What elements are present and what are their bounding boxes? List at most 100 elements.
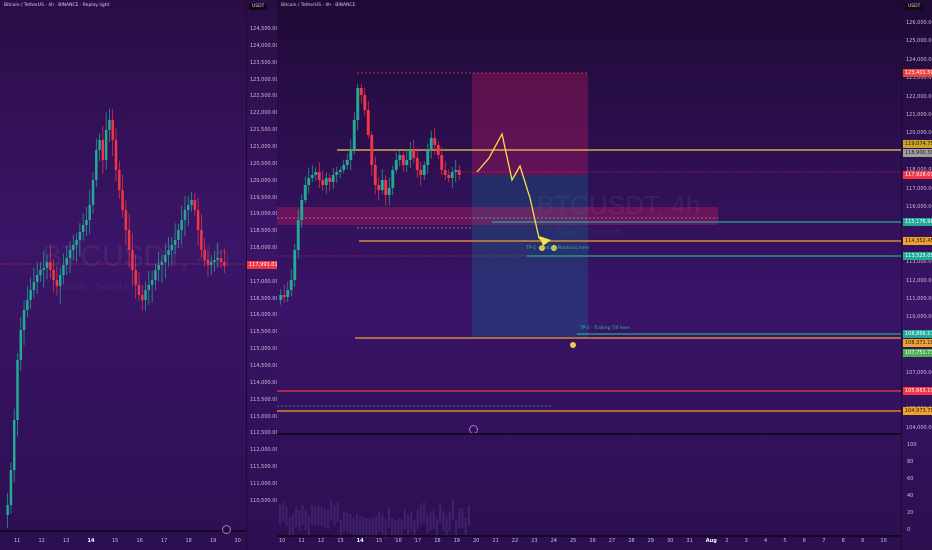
price-tick: 110,500.00 — [250, 497, 277, 504]
candle-body — [124, 210, 128, 230]
candle-body — [35, 275, 39, 282]
date-tick: 24 — [550, 538, 557, 544]
volume-bar — [439, 503, 442, 524]
candle-body — [408, 150, 412, 160]
volume-bar — [355, 514, 358, 535]
price-tick: 122,000.00 — [906, 93, 932, 100]
candle-body — [190, 200, 193, 205]
date-tick: 20 — [473, 538, 480, 544]
candle-body — [317, 172, 321, 180]
candle-body — [436, 145, 440, 155]
volume-bar — [333, 505, 336, 526]
volume-bar — [323, 507, 326, 528]
candle-body — [450, 172, 454, 178]
date-tick: 17 — [414, 538, 422, 544]
date-tick: 22 — [511, 538, 519, 544]
candle-body — [108, 120, 111, 130]
candle-body — [457, 170, 461, 175]
price-level-tag: 113,525.05 — [903, 252, 932, 260]
candle-body — [193, 200, 197, 210]
date-tick: 29 — [647, 538, 654, 544]
candle-body — [101, 140, 105, 160]
candle-body — [91, 180, 95, 205]
right-price-axis[interactable]: USDT 126,000.00 125,000.00 124,000.00 123,0… — [901, 0, 932, 550]
candle-body — [22, 310, 26, 330]
price-level-tag: 108,371.18 — [903, 339, 932, 347]
left-chart-pane[interactable]: Bitcoin / TetherUS · 4h · BINANCE · Repl… — [0, 0, 246, 550]
left-price-axis[interactable]: USDT 124,500.00 124,000.00 123,500.00 123,0… — [246, 0, 277, 550]
candle-body — [111, 120, 114, 140]
tp2-annotation[interactable]: TP-2 · Trailing Till here — [580, 326, 630, 331]
date-tick: 17 — [161, 538, 168, 544]
candle-body — [345, 160, 349, 165]
candle-body — [68, 250, 72, 258]
price-level-tag: 115,176.96 — [903, 218, 932, 226]
candle-body — [370, 135, 374, 165]
price-tick: 124,000.00 — [906, 56, 932, 63]
candle-body — [177, 230, 180, 240]
candle-body — [154, 270, 157, 280]
candle-body — [366, 110, 370, 135]
candle-body — [104, 130, 108, 160]
price-tick: 112,000.00 — [906, 277, 932, 284]
price-level-tag: 105,663.10 — [903, 387, 932, 395]
candle-body — [16, 360, 19, 420]
volume-bar — [410, 511, 413, 532]
candle-body — [349, 150, 353, 160]
volume-bar — [429, 511, 432, 532]
candle-body — [164, 255, 167, 262]
price-tick: 116,000.00 — [906, 204, 932, 210]
candle-body — [373, 165, 377, 185]
price-tick: 115,000.00 — [250, 346, 277, 353]
candle-body — [173, 240, 177, 245]
right-currency-label[interactable]: USDT — [905, 3, 924, 10]
volume-bar — [301, 505, 304, 526]
volume-bar — [307, 515, 310, 536]
right-chart-pane[interactable]: Bitcoin / TetherUS · 4h · BINANCE BTCUSD… — [277, 0, 901, 550]
date-tick: 9 — [861, 538, 865, 544]
volume-tick: 80 — [907, 459, 914, 465]
candle-body — [88, 205, 91, 220]
price-tick: 118,500.00 — [250, 228, 277, 235]
candle-body — [377, 185, 381, 190]
candle-body — [42, 268, 46, 270]
price-tick: 112,000.00 — [250, 447, 277, 454]
price-tick: 122,500.00 — [250, 93, 277, 100]
date-tick: 26 — [589, 538, 596, 544]
price-tick: 125,000.00 — [906, 38, 932, 45]
price-level-tag: 104,973.79 — [903, 407, 932, 415]
price-tick: 117,000.00 — [250, 278, 277, 285]
volume-bar — [378, 511, 381, 532]
volume-bar — [359, 516, 362, 537]
replay-marker-icon[interactable] — [222, 525, 231, 534]
candle-body — [200, 230, 203, 250]
candle-body — [95, 150, 98, 180]
volume-bar — [295, 507, 298, 528]
left-candles — [0, 108, 246, 528]
left-currency-label[interactable]: USDT — [249, 3, 268, 10]
date-tick: 7 — [822, 538, 826, 544]
price-tick: 107,000.00 — [906, 369, 932, 376]
date-tick: 3 — [744, 538, 748, 544]
candle-body — [338, 170, 342, 172]
left-current-price-tag: 117,991.01 — [247, 261, 277, 269]
volume-bar — [442, 510, 445, 531]
date-tick: 27 — [608, 538, 616, 544]
date-tick: 12 — [317, 538, 325, 544]
date-tick: 31 — [686, 538, 693, 544]
candle-body — [144, 290, 147, 300]
volume-bar — [362, 516, 365, 537]
right-chart-drawing — [277, 72, 901, 540]
candle-body — [150, 280, 154, 285]
volume-bar — [317, 504, 320, 525]
volume-bar — [330, 500, 333, 521]
tp1-annotation[interactable]: TP-1 · Trailing Positions here — [526, 246, 589, 251]
date-tick: 28 — [628, 538, 635, 544]
volume-bar — [432, 508, 435, 529]
candle-body — [118, 170, 121, 190]
candle-body — [180, 220, 183, 230]
candle-body — [9, 470, 13, 505]
volume-bar — [381, 514, 384, 535]
date-tick: 18 — [185, 538, 192, 544]
date-tick: 11 — [298, 538, 305, 544]
